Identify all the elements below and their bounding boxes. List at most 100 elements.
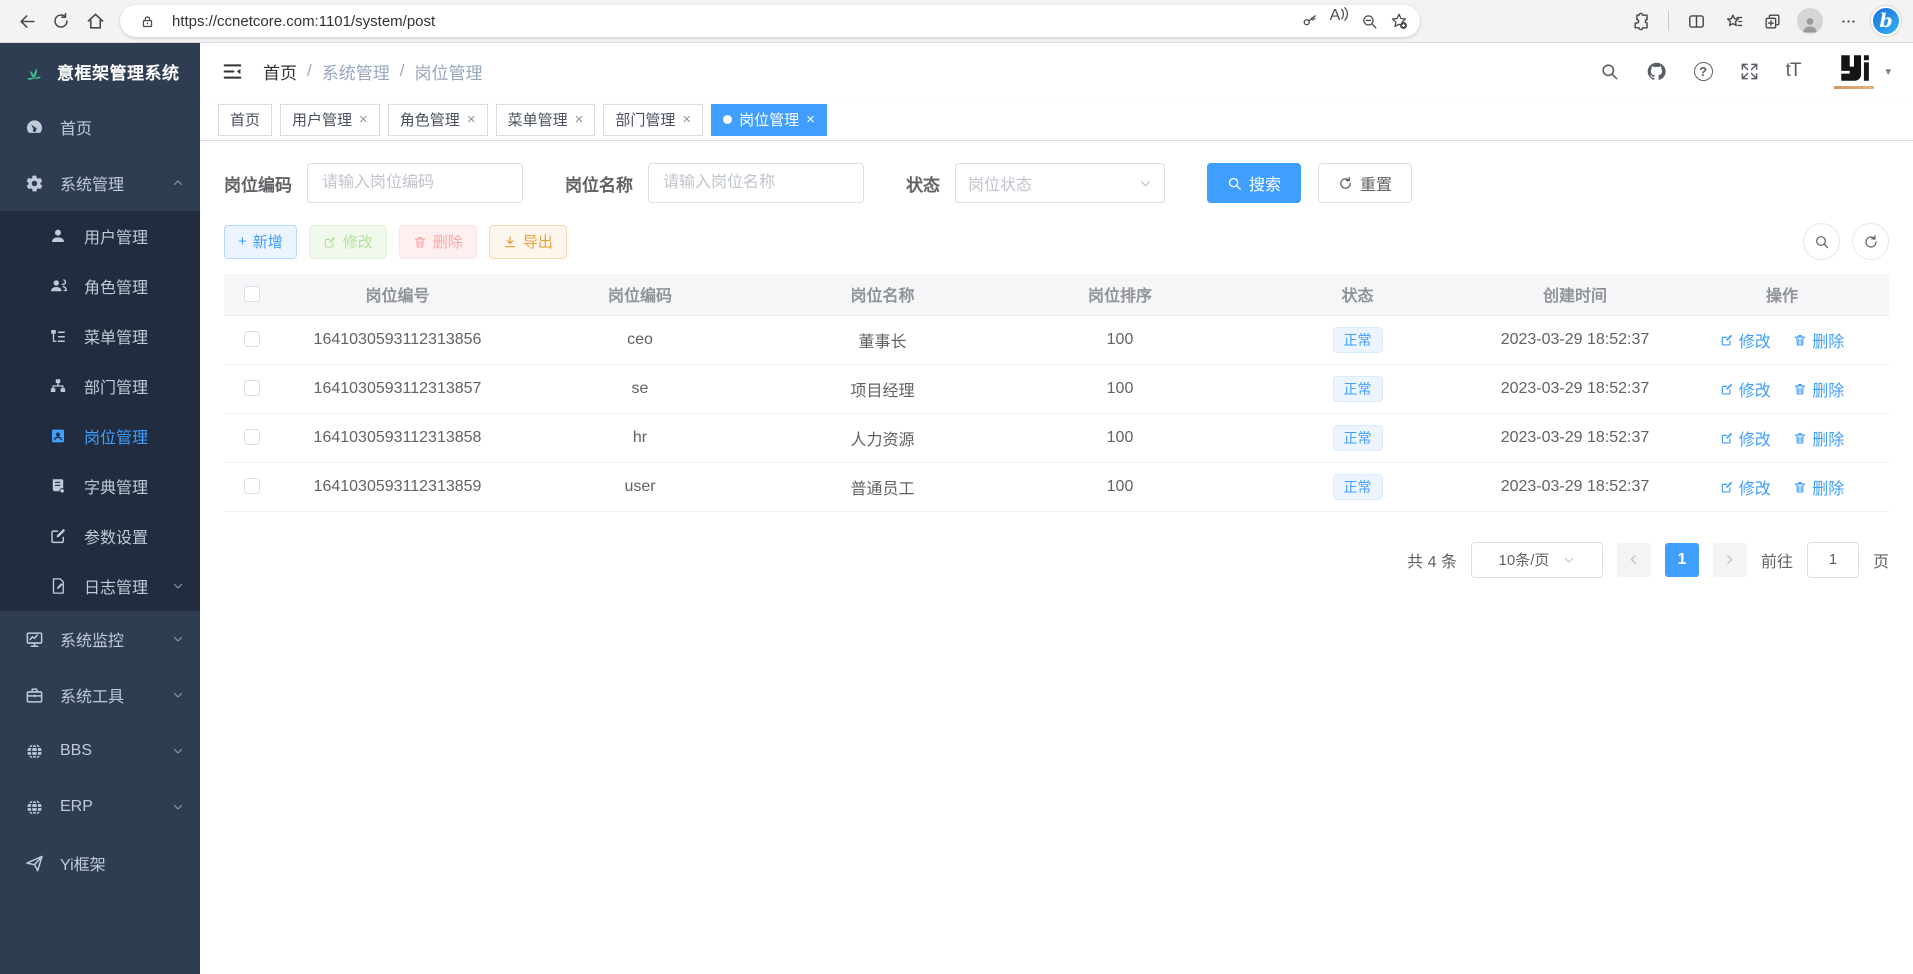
page-suffix-label: 页 (1873, 548, 1889, 572)
row-delete-link[interactable]: 删除 (1793, 426, 1844, 450)
sidebar-item-roles[interactable]: 角色管理 (0, 261, 200, 311)
tab-menus[interactable]: 菜单管理 × (496, 104, 596, 136)
refresh-table-icon-button[interactable] (1852, 223, 1889, 260)
chevron-down-icon (172, 689, 184, 701)
fullscreen-icon[interactable] (1740, 62, 1759, 81)
main-area: 首页 / 系统管理 / 岗位管理 ? (200, 43, 1913, 974)
sidebar-item-monitor[interactable]: 系统监控 (0, 611, 200, 667)
bing-chat-icon[interactable]: b (1869, 4, 1903, 38)
chevron-down-icon (172, 580, 184, 592)
next-page-button[interactable] (1713, 543, 1747, 577)
address-bar[interactable]: https://ccnetcore.com:1101/system/post A (120, 5, 1420, 37)
export-button[interactable]: 导出 (489, 225, 567, 259)
plus-icon: + (238, 233, 247, 250)
page-content: 岗位编码 岗位名称 状态 岗位状态 (200, 141, 1913, 974)
split-screen-icon[interactable] (1679, 4, 1713, 38)
browser-menu-icon[interactable] (1831, 4, 1865, 38)
post-name-input[interactable] (648, 163, 864, 203)
row-delete-link[interactable]: 删除 (1793, 475, 1844, 499)
row-delete-link[interactable]: 删除 (1793, 377, 1844, 401)
posts-table: 岗位编号 岗位编码 岗位名称 岗位排序 状态 创建时间 操作 16410305 (224, 274, 1889, 512)
browser-profile-avatar[interactable] (1793, 4, 1827, 38)
table-header-row: 岗位编号 岗位编码 岗位名称 岗位排序 状态 创建时间 操作 (224, 274, 1889, 315)
sidebar-item-erp[interactable]: ERP (0, 779, 200, 835)
post-code-input[interactable] (307, 163, 523, 203)
row-checkbox[interactable] (244, 478, 260, 494)
search-button[interactable]: 搜索 (1207, 163, 1301, 203)
edit-button[interactable]: 修改 (309, 225, 387, 259)
zoom-out-icon[interactable] (1354, 7, 1384, 35)
sidebar-collapse-icon[interactable] (222, 61, 243, 82)
sidebar-item-users[interactable]: 用户管理 (0, 211, 200, 261)
sidebar-item-posts[interactable]: 岗位管理 (0, 411, 200, 461)
lock-icon (132, 7, 162, 35)
extensions-icon[interactable] (1624, 4, 1658, 38)
sidebar-item-tools[interactable]: 系统工具 (0, 667, 200, 723)
row-edit-link[interactable]: 修改 (1720, 475, 1771, 499)
chevron-up-icon (172, 177, 184, 189)
row-checkbox[interactable] (244, 380, 260, 396)
github-icon[interactable] (1646, 61, 1667, 82)
close-icon[interactable]: × (806, 111, 815, 128)
row-checkbox[interactable] (244, 429, 260, 445)
font-size-icon[interactable]: tT (1786, 60, 1801, 82)
gear-icon (24, 174, 44, 193)
app-logo[interactable]: 意框架管理系统 (0, 43, 200, 99)
sidebar-item-bbs[interactable]: BBS (0, 723, 200, 779)
row-edit-link[interactable]: 修改 (1720, 426, 1771, 450)
add-favorite-icon[interactable] (1384, 7, 1414, 35)
row-checkbox[interactable] (244, 331, 260, 347)
sidebar-item-params[interactable]: 参数设置 (0, 511, 200, 561)
show-search-icon-button[interactable] (1803, 223, 1840, 260)
tab-departments[interactable]: 部门管理 × (603, 104, 703, 136)
app-title: 意框架管理系统 (57, 59, 180, 84)
tab-home[interactable]: 首页 (218, 104, 272, 136)
sidebar-item-departments[interactable]: 部门管理 (0, 361, 200, 411)
dashboard-icon (24, 118, 44, 137)
breadcrumb-system[interactable]: 系统管理 (322, 59, 390, 84)
delete-button[interactable]: 删除 (399, 225, 477, 259)
toolbar-right (1803, 223, 1889, 260)
select-all-checkbox[interactable] (244, 286, 260, 302)
chevron-down-icon (1139, 177, 1152, 190)
row-edit-link[interactable]: 修改 (1720, 377, 1771, 401)
sidebar-item-logs[interactable]: 日志管理 (0, 561, 200, 611)
goto-page-input[interactable] (1807, 542, 1859, 578)
breadcrumb-home[interactable]: 首页 (263, 59, 297, 84)
help-icon[interactable]: ? (1694, 62, 1713, 81)
sidebar-item-menus[interactable]: 菜单管理 (0, 311, 200, 361)
sidebar-item-dicts[interactable]: 字典管理 (0, 461, 200, 511)
status-select[interactable]: 岗位状态 (955, 163, 1165, 203)
close-icon[interactable]: × (359, 111, 368, 128)
table-toolbar: + 新增 修改 删除 (224, 223, 1889, 260)
prev-page-button[interactable] (1617, 543, 1651, 577)
favorites-bar-icon[interactable] (1717, 4, 1751, 38)
row-delete-link[interactable]: 删除 (1793, 328, 1844, 352)
goto-label: 前往 (1761, 548, 1793, 572)
tab-users[interactable]: 用户管理 × (280, 104, 380, 136)
reset-button[interactable]: 重置 (1318, 163, 1412, 203)
back-icon[interactable] (10, 4, 44, 38)
post-badge-icon (48, 427, 68, 445)
close-icon[interactable]: × (682, 111, 691, 128)
close-icon[interactable]: × (575, 111, 584, 128)
refresh-icon[interactable] (44, 4, 78, 38)
sidebar-item-yiframe[interactable]: Yi框架 (0, 835, 200, 891)
tab-posts[interactable]: 岗位管理 × (711, 104, 827, 136)
page-number-1[interactable]: 1 (1665, 543, 1699, 577)
sidebar-item-system[interactable]: 系统管理 (0, 155, 200, 211)
row-edit-link[interactable]: 修改 (1720, 328, 1771, 352)
close-icon[interactable]: × (467, 111, 476, 128)
password-key-icon[interactable] (1294, 7, 1324, 35)
url-text[interactable]: https://ccnetcore.com:1101/system/post (172, 13, 1294, 30)
add-button[interactable]: + 新增 (224, 225, 297, 259)
home-icon[interactable] (78, 4, 112, 38)
sidebar-item-home[interactable]: 首页 (0, 99, 200, 155)
status-badge: 正常 (1333, 425, 1383, 451)
collections-icon[interactable] (1755, 4, 1789, 38)
header-search-icon[interactable] (1600, 62, 1619, 81)
tab-roles[interactable]: 角色管理 × (388, 104, 488, 136)
read-aloud-icon[interactable]: A (1324, 7, 1354, 35)
user-avatar-menu[interactable]: ▾ (1833, 51, 1891, 91)
page-size-select[interactable]: 10条/页 (1471, 542, 1603, 578)
